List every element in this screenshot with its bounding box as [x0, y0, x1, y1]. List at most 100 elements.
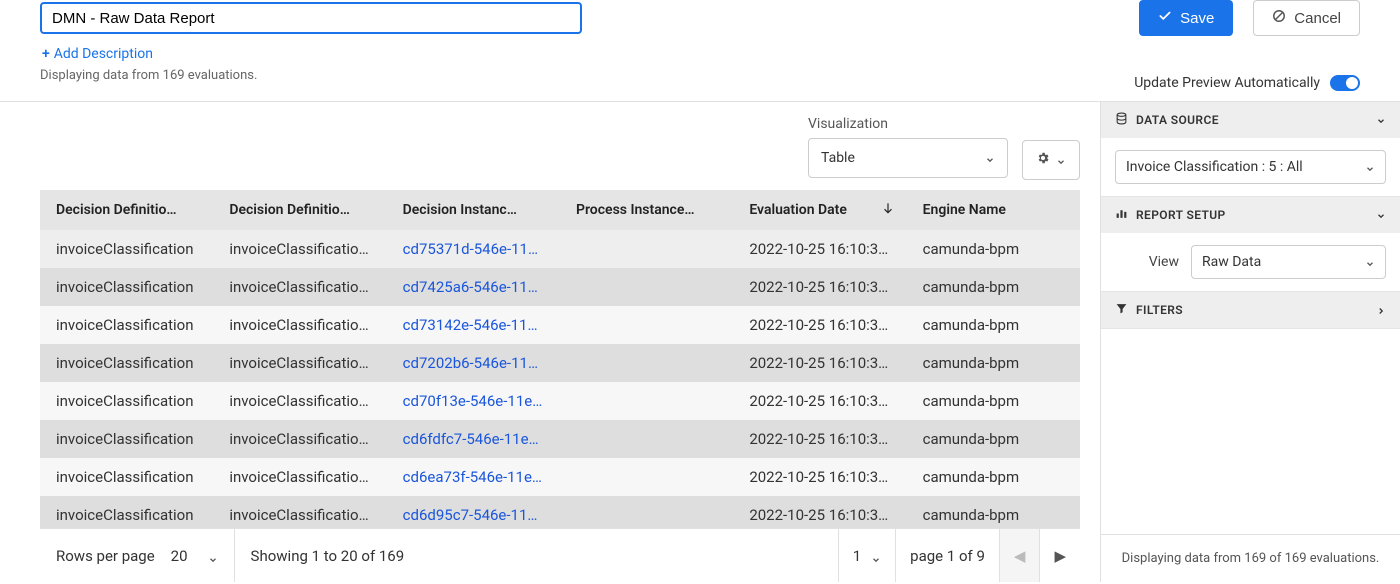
config-sidepanel: DATA SOURCE Invoice Classification : 5 :… — [1100, 102, 1400, 582]
table-row: invoiceClassificationinvoiceClassificati… — [40, 496, 1080, 528]
view-select[interactable]: Raw Data — [1191, 245, 1386, 279]
cell-def-key: invoiceClassification — [40, 230, 213, 268]
chevron-down-icon — [1365, 257, 1375, 267]
table-row: invoiceClassificationinvoiceClassificati… — [40, 268, 1080, 306]
panel-header-filters[interactable]: FILTERS — [1101, 292, 1400, 328]
report-title-input[interactable] — [40, 2, 582, 34]
cell-process-instance — [560, 344, 733, 382]
chevron-down-icon — [871, 551, 881, 561]
cell-def-key: invoiceClassification — [40, 344, 213, 382]
cell-process-instance — [560, 458, 733, 496]
cell-process-instance — [560, 268, 733, 306]
cell-engine: camunda-bpm — [907, 344, 1080, 382]
arrow-down-icon — [881, 201, 895, 219]
cell-def-key: invoiceClassification — [40, 382, 213, 420]
cell-instance-id[interactable]: cd6fdfc7-546e-11ed… — [387, 420, 560, 458]
cell-instance-id[interactable]: cd7202b6-546e-11e… — [387, 344, 560, 382]
chevron-right-icon — [1376, 305, 1386, 315]
visualization-value: Table — [821, 150, 855, 166]
cell-engine: camunda-bpm — [907, 458, 1080, 496]
data-source-select[interactable]: Invoice Classification : 5 : All — [1115, 150, 1386, 184]
cell-engine: camunda-bpm — [907, 382, 1080, 420]
page-input-wrap[interactable]: 1 — [838, 529, 895, 582]
cell-eval-date: 2022-10-25 16:10:3… — [733, 382, 906, 420]
table-row: invoiceClassificationinvoiceClassificati… — [40, 382, 1080, 420]
visualization-select[interactable]: Table — [808, 138, 1008, 178]
prev-page-button[interactable]: ◀ — [999, 529, 1040, 582]
cancel-button[interactable]: Cancel — [1253, 0, 1360, 36]
col-evaluation-date-label: Evaluation Date — [749, 202, 847, 218]
cell-instance-id[interactable]: cd6d95c7-546e-11e… — [387, 496, 560, 528]
update-preview-toggle[interactable] — [1330, 75, 1360, 91]
cell-instance-id[interactable]: cd70f13e-546e-11e… — [387, 382, 560, 420]
cell-process-instance — [560, 230, 733, 268]
visualization-controls: Visualization Table — [40, 116, 1100, 180]
table-body: invoiceClassificationinvoiceClassificati… — [40, 230, 1080, 528]
save-button[interactable]: Save — [1139, 0, 1233, 36]
rows-per-page-select[interactable]: 20 — [171, 547, 218, 565]
cell-def-key: invoiceClassification — [40, 420, 213, 458]
cell-eval-date: 2022-10-25 16:10:3… — [733, 496, 906, 528]
col-process-instance[interactable]: Process Instance… — [560, 190, 733, 230]
gear-icon — [1036, 151, 1050, 169]
cell-instance-id[interactable]: cd7425a6-546e-11e… — [387, 268, 560, 306]
col-decision-def-key[interactable]: Decision Definitio… — [40, 190, 213, 230]
panel-title-filters: FILTERS — [1136, 303, 1183, 317]
view-label: View — [1149, 254, 1179, 270]
data-table-wrap: Decision Definitio… Decision Definitio… … — [40, 190, 1080, 528]
chevron-down-icon — [208, 551, 218, 561]
cell-instance-id[interactable]: cd6ea73f-546e-11e… — [387, 458, 560, 496]
funnel-icon — [1115, 302, 1128, 318]
data-source-value: Invoice Classification : 5 : All — [1126, 159, 1303, 175]
chevron-down-icon — [985, 153, 995, 163]
col-evaluation-date[interactable]: Evaluation Date — [733, 190, 906, 230]
panel-title-report-setup: REPORT SETUP — [1136, 208, 1226, 222]
evaluations-note: Displaying data from 169 evaluations. — [40, 68, 1360, 83]
cell-def-id: invoiceClassification:… — [213, 458, 386, 496]
table-row: invoiceClassificationinvoiceClassificati… — [40, 344, 1080, 382]
check-icon — [1158, 9, 1172, 27]
data-table: Decision Definitio… Decision Definitio… … — [40, 190, 1080, 528]
cell-def-key: invoiceClassification — [40, 496, 213, 528]
panel-header-report-setup[interactable]: REPORT SETUP — [1101, 197, 1400, 233]
cell-instance-id[interactable]: cd73142e-546e-11e… — [387, 306, 560, 344]
panel-title-data-source: DATA SOURCE — [1136, 113, 1219, 127]
table-row: invoiceClassificationinvoiceClassificati… — [40, 230, 1080, 268]
table-row: invoiceClassificationinvoiceClassificati… — [40, 458, 1080, 496]
cell-engine: camunda-bpm — [907, 306, 1080, 344]
col-decision-instance-id[interactable]: Decision Instanc… — [387, 190, 560, 230]
next-page-button[interactable]: ▶ — [1039, 529, 1080, 582]
cell-engine: camunda-bpm — [907, 230, 1080, 268]
chevron-down-icon — [1056, 155, 1066, 165]
visualization-settings-button[interactable] — [1022, 140, 1080, 180]
cancel-icon — [1272, 9, 1286, 27]
cell-process-instance — [560, 420, 733, 458]
cell-eval-date: 2022-10-25 16:10:3… — [733, 230, 906, 268]
rows-per-page-value: 20 — [171, 547, 188, 565]
table-row: invoiceClassificationinvoiceClassificati… — [40, 306, 1080, 344]
rows-per-page: Rows per page 20 — [40, 529, 235, 582]
report-header: Save Cancel + Add Description Displaying… — [0, 0, 1400, 83]
view-value: Raw Data — [1202, 254, 1261, 270]
cell-eval-date: 2022-10-25 16:10:3… — [733, 268, 906, 306]
caret-left-icon: ◀ — [1014, 547, 1026, 565]
table-row: invoiceClassificationinvoiceClassificati… — [40, 420, 1080, 458]
cell-instance-id[interactable]: cd75371d-546e-11e… — [387, 230, 560, 268]
chevron-down-icon — [1365, 162, 1375, 172]
add-description-link[interactable]: + Add Description — [42, 46, 153, 62]
add-description-label: Add Description — [54, 46, 153, 62]
range-text: Showing 1 to 20 of 169 — [235, 547, 838, 565]
panel-report-setup: REPORT SETUP View Raw Data — [1101, 197, 1400, 292]
chevron-down-icon — [1376, 210, 1386, 220]
cell-def-key: invoiceClassification — [40, 306, 213, 344]
visualization-block: Visualization Table — [808, 116, 1008, 178]
cell-def-key: invoiceClassification — [40, 268, 213, 306]
col-decision-def-id[interactable]: Decision Definitio… — [213, 190, 386, 230]
cell-process-instance — [560, 382, 733, 420]
panel-header-data-source[interactable]: DATA SOURCE — [1101, 102, 1400, 138]
col-engine-name[interactable]: Engine Name — [907, 190, 1080, 230]
caret-right-icon: ▶ — [1054, 547, 1066, 565]
cell-engine: camunda-bpm — [907, 420, 1080, 458]
panel-data-source: DATA SOURCE Invoice Classification : 5 :… — [1101, 102, 1400, 197]
pager-nav: 1 page 1 of 9 ◀ ▶ — [838, 529, 1080, 582]
